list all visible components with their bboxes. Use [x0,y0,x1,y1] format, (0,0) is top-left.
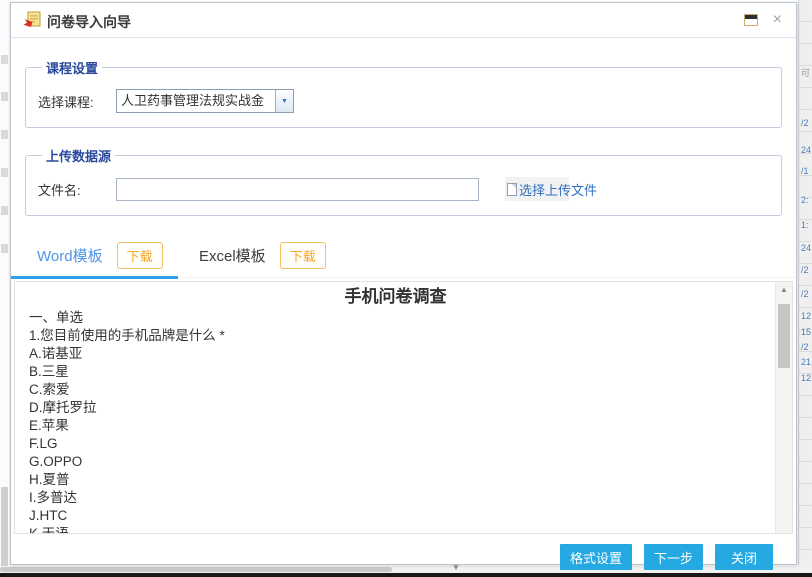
questionnaire-line: A.诺基亚 [29,345,762,363]
background-right-strip: 可 /2 24 /1 2: 1: 24 /2 /2 12 15 /2 21 12 [798,0,812,572]
background-text-smudge [1,168,8,177]
background-fragment: /1 [801,166,809,176]
questionnaire-line: K.天语 [29,525,762,534]
background-text-smudge [1,130,8,139]
questionnaire-import-wizard-dialog: 问卷导入向导 × 课程设置 选择课程: 人卫药事管理法规实战金 ▼ 上传数据源 … [10,2,797,565]
background-fragment: /2 [801,265,809,275]
questionnaire-line: D.摩托罗拉 [29,399,762,417]
import-wizard-icon [23,11,41,29]
template-tabs: Word模板 下载 Excel模板 下载 [11,238,796,278]
upload-datasource-section: 上传数据源 文件名: 选择上传文件 [25,146,782,216]
vertical-scrollbar-thumb[interactable] [778,304,790,368]
document-icon [507,183,517,196]
questionnaire-line: 1.您目前使用的手机品牌是什么 * [29,327,762,345]
background-text-smudge [1,55,8,64]
background-fragment: 21 [801,357,811,367]
background-fragment: 24 [801,145,811,155]
background-fragment: /2 [801,342,809,352]
background-fragment: 2: [801,195,809,205]
chevron-down-icon: ▼ [275,90,293,112]
questionnaire-line: I.多普达 [29,489,762,507]
background-text-smudge [1,206,8,215]
scroll-up-arrow-icon[interactable]: ▲ [776,285,792,294]
close-button[interactable]: 关闭 [715,544,773,570]
dialog-title: 问卷导入向导 [47,12,131,32]
bottom-black-bar [0,573,812,577]
active-tab-underline [11,276,178,279]
background-text-smudge [1,92,8,101]
course-select[interactable]: 人卫药事管理法规实战金 ▼ [116,89,294,113]
background-scrollbar [1,487,8,572]
course-select-value: 人卫药事管理法规实战金 [117,90,275,112]
course-settings-legend: 课程设置 [42,58,102,77]
maximize-button[interactable] [744,14,758,26]
questionnaire-title: 手机问卷调查 [29,284,762,309]
background-fragment: 可 [801,66,810,79]
filename-input[interactable] [116,178,479,201]
questionnaire-line: H.夏普 [29,471,762,489]
choose-upload-file-button[interactable]: 选择上传文件 [505,177,569,201]
upload-datasource-legend: 上传数据源 [42,146,115,165]
filename-label: 文件名: [38,180,116,199]
excel-template-download-button[interactable]: 下载 [280,242,326,269]
tab-word-template[interactable]: Word模板 下载 [37,242,163,269]
template-preview-pane[interactable]: 手机问卷调查 一、单选 1.您目前使用的手机品牌是什么 * A.诺基亚 B.三星… [14,281,793,534]
tab-excel-template[interactable]: Excel模板 下载 [199,242,326,269]
background-fragment: 1: [801,220,809,230]
background-text-smudge [1,244,8,253]
choose-upload-file-label: 选择上传文件 [519,180,597,199]
dialog-footer: 格式设置 下一步 关闭 [11,544,796,570]
format-settings-button[interactable]: 格式设置 [560,544,632,570]
background-fragment: 24 [801,243,811,253]
questionnaire-line: F.LG [29,435,762,453]
background-fragment: /2 [801,289,809,299]
questionnaire-line: B.三星 [29,363,762,381]
questionnaire-line: 一、单选 [29,309,762,327]
questionnaire-line: C.索爱 [29,381,762,399]
background-fragment: 12 [801,311,811,321]
questionnaire-line: G.OPPO [29,453,762,471]
dialog-titlebar: 问卷导入向导 × [11,3,796,38]
word-template-download-button[interactable]: 下载 [117,242,163,269]
background-fragment: /2 [801,118,809,128]
background-fragment: 15 [801,327,811,337]
preview-vertical-scrollbar[interactable]: ▲ [775,282,792,533]
tab-excel-label: Excel模板 [199,245,266,266]
screen: 可 /2 24 /1 2: 1: 24 /2 /2 12 15 /2 21 12… [0,0,812,577]
next-step-button[interactable]: 下一步 [644,544,703,570]
questionnaire-line: J.HTC [29,507,762,525]
background-fragment: 12 [801,373,811,383]
select-course-label: 选择课程: [38,92,116,111]
background-left-sliver [0,0,10,577]
close-icon[interactable]: × [773,10,782,30]
questionnaire-line: E.苹果 [29,417,762,435]
tab-word-label: Word模板 [37,245,103,266]
course-settings-section: 课程设置 选择课程: 人卫药事管理法规实战金 ▼ [25,58,782,128]
